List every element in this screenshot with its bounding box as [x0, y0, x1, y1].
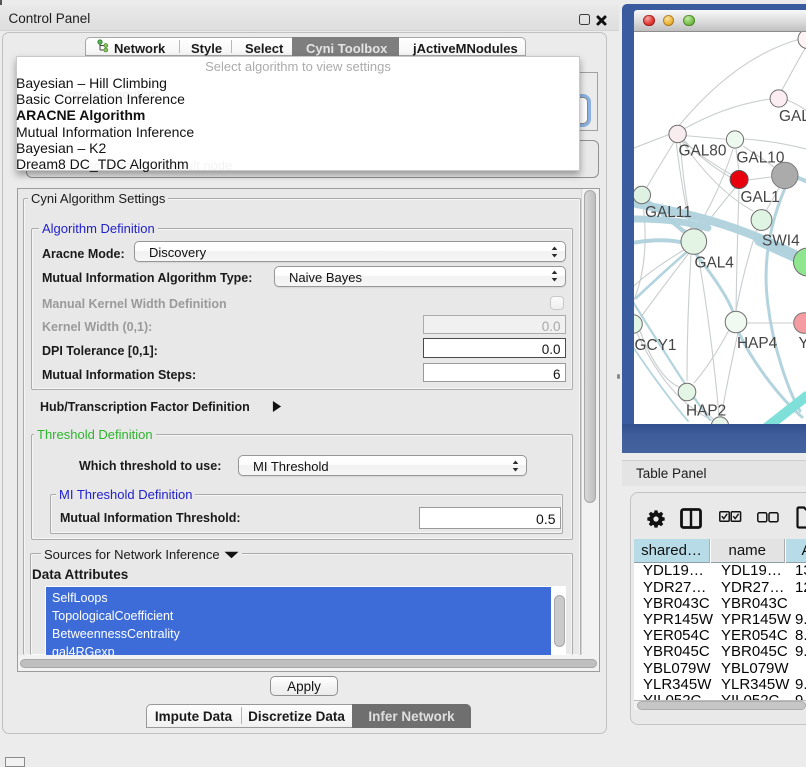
svg-text:HAP4: HAP4 — [737, 335, 778, 352]
svg-text:GCY1: GCY1 — [635, 337, 677, 354]
svg-text:GAL1: GAL1 — [741, 189, 780, 206]
svg-text:GAL7: GAL7 — [779, 108, 806, 125]
svg-text:GAL4: GAL4 — [695, 255, 735, 272]
svg-text:Y: Y — [799, 335, 806, 352]
svg-text:GAL80: GAL80 — [679, 143, 727, 160]
svg-text:GAL10: GAL10 — [737, 150, 785, 167]
svg-text:GAL11: GAL11 — [645, 204, 692, 221]
svg-text:SWI4: SWI4 — [762, 233, 800, 250]
svg-text:HAP2: HAP2 — [686, 403, 726, 420]
